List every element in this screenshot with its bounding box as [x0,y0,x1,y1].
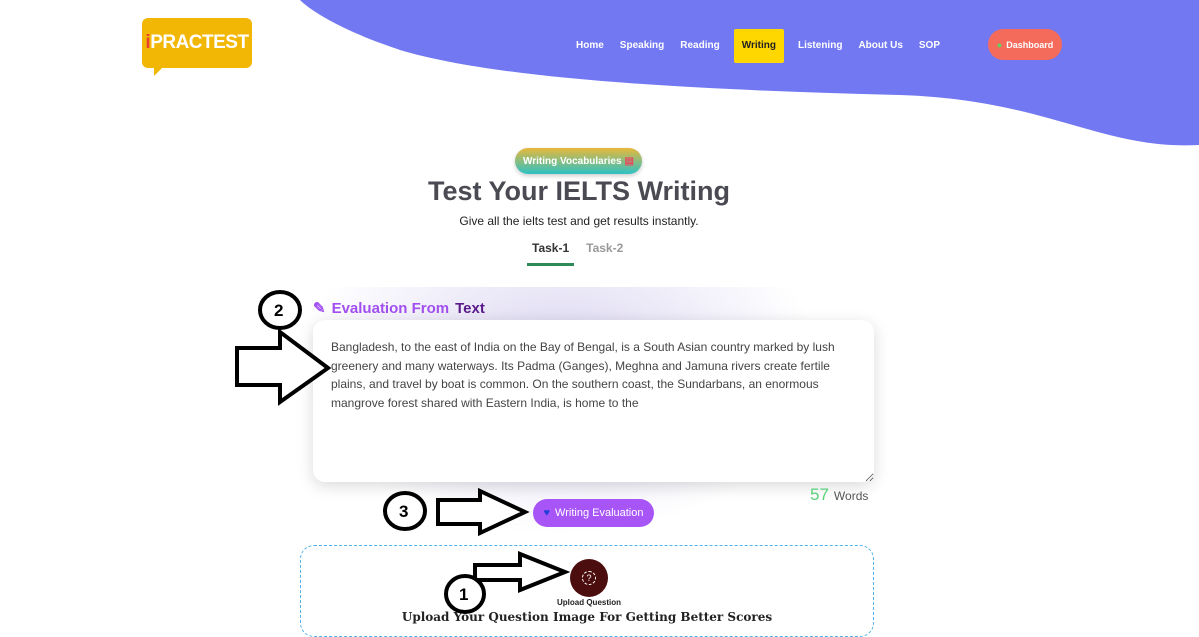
user-icon: ● [996,39,1003,50]
logo-text: PRACTEST [150,32,249,53]
book-icon: ▤ [624,155,634,167]
upload-caption: Upload Your Question Image For Getting B… [401,610,773,624]
evaluation-heading: ✎ Evaluation From Text [313,299,485,318]
main-nav: Home Speaking Reading Writing Listening … [568,29,948,63]
vocab-label: Writing Vocabularies [523,155,622,167]
nav-reading[interactable]: Reading [672,29,727,63]
word-count-number: 57 [810,485,829,504]
essay-textarea[interactable]: Bangladesh, to the east of India on the … [313,320,874,482]
heart-icon: ♥ [543,507,551,519]
nav-home[interactable]: Home [568,29,612,63]
task-tabs: Task-1 Task-2 [527,241,623,266]
nav-about-us[interactable]: About Us [850,29,910,63]
writing-evaluation-label: Writing Evaluation [555,507,644,519]
edit-icon: ✎ [313,300,326,317]
word-count: 57 Words [810,485,868,505]
upload-question-label: Upload Question [557,598,621,607]
dashboard-label: Dashboard [1006,39,1054,50]
heading-part-a: Evaluation From [331,299,450,317]
logo[interactable]: i PRACTEST [142,18,252,76]
heading-part-b: Text [455,299,485,317]
nav-speaking[interactable]: Speaking [612,29,672,63]
tab-task-1[interactable]: Task-1 [527,241,575,266]
nav-writing[interactable]: Writing [733,29,784,63]
question-icon: ? [582,571,596,585]
page-subtitle: Give all the ielts test and get results … [459,214,699,228]
page-title: Test Your IELTS Writing [427,176,730,206]
annotation-label-2: 2 [274,301,283,320]
tab-task-2[interactable]: Task-2 [586,241,623,266]
nav-listening[interactable]: Listening [790,29,850,63]
nav-sop[interactable]: SOP [911,29,948,63]
writing-evaluation-button[interactable]: ♥ Writing Evaluation [533,499,654,527]
upload-question-button[interactable]: ? [570,559,608,597]
dashboard-button[interactable]: ● Dashboard [988,29,1062,60]
annotation-circle-2 [258,290,302,330]
writing-vocabularies-button[interactable]: Writing Vocabularies ▤ [515,148,642,174]
word-count-label: Words [833,489,869,503]
